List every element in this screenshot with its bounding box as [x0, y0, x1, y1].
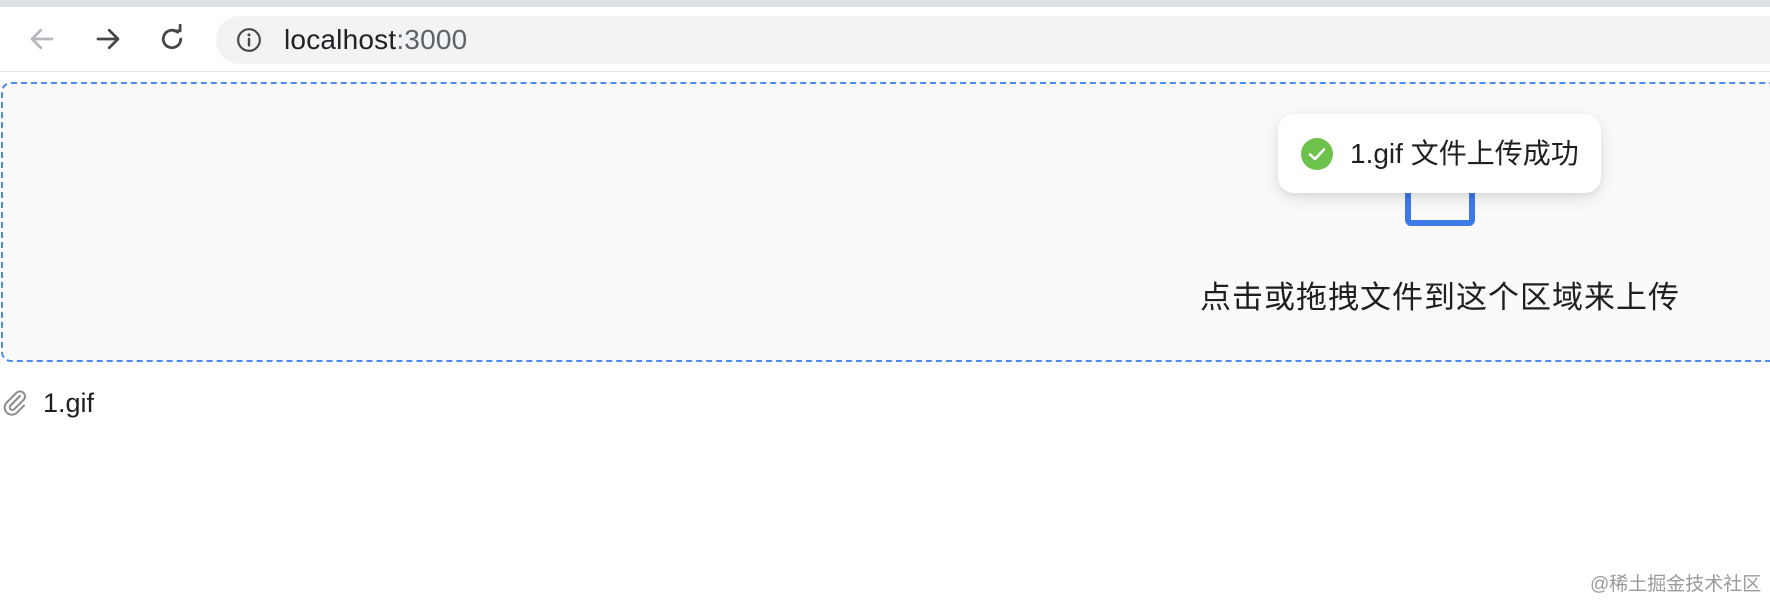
success-toast: 1.gif 文件上传成功 [1278, 114, 1601, 193]
reload-icon [161, 24, 183, 50]
page: localhost:3000 点击或拖拽文件到这个区域来上传 1.gif 1.g… [0, 0, 1770, 614]
file-name[interactable]: 1.gif [43, 387, 94, 419]
paperclip-icon [3, 390, 26, 416]
watermark-text: @稀土掘金技术社区 [1590, 574, 1762, 595]
url-text[interactable]: localhost:3000 [284, 26, 467, 54]
file-list-item[interactable]: 1.gif [0, 383, 300, 423]
forward-button[interactable] [89, 20, 127, 58]
url-host: localhost [284, 24, 397, 55]
arrow-left-icon [30, 28, 54, 50]
tab-strip [0, 0, 1770, 7]
check-circle-icon [1301, 138, 1333, 170]
site-info-button[interactable] [236, 27, 262, 53]
arrow-right-icon [96, 28, 120, 50]
info-icon [237, 28, 261, 52]
url-port: :3000 [396, 24, 468, 55]
toast-message: 1.gif 文件上传成功 [1350, 138, 1579, 169]
address-bar[interactable]: localhost:3000 [216, 16, 1770, 64]
browser-toolbar: localhost:3000 [0, 7, 1770, 72]
back-button[interactable] [23, 20, 61, 58]
reload-button[interactable] [153, 20, 191, 58]
upload-hint-text: 点击或拖拽文件到这个区域来上传 [1200, 280, 1680, 315]
